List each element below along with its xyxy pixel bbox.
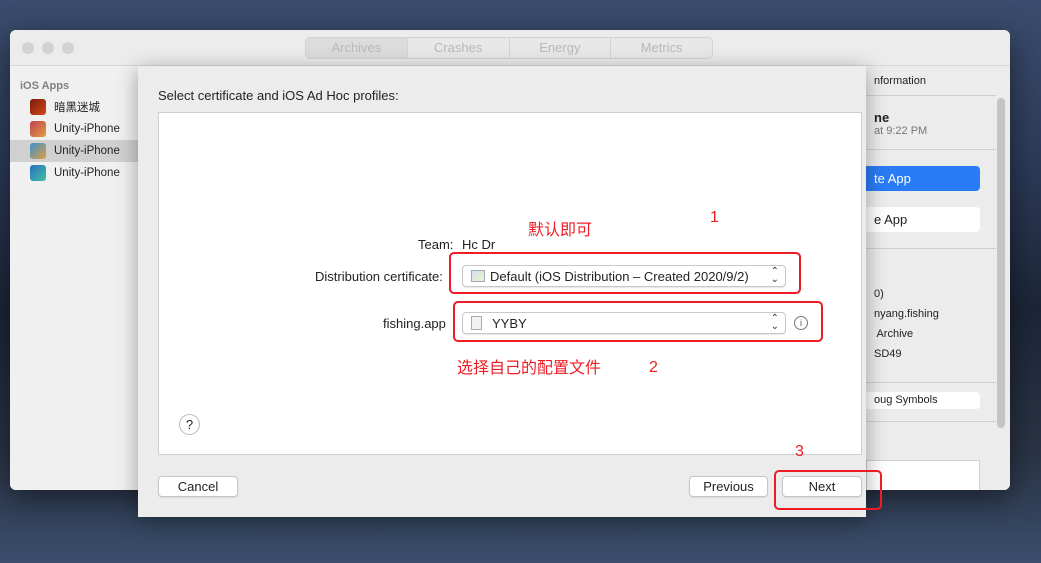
team-label: Team: bbox=[418, 237, 454, 252]
sidebar-header: iOS Apps bbox=[20, 80, 70, 92]
close-button[interactable] bbox=[22, 42, 34, 54]
tab-energy[interactable]: Energy bbox=[510, 38, 612, 58]
sidebar-item-app[interactable]: Unity-iPhone bbox=[10, 162, 138, 184]
info-line: SD49 bbox=[874, 348, 902, 360]
annotation-note-1: 默认即可 bbox=[528, 222, 593, 239]
team-value: Hc Dr bbox=[462, 237, 496, 252]
validate-app-button[interactable]: e App bbox=[866, 207, 980, 232]
info-line: 0) bbox=[874, 288, 884, 300]
info-header: nformation bbox=[874, 75, 926, 87]
cancel-button[interactable]: Cancel bbox=[158, 476, 238, 497]
info-line: nyang.fishing bbox=[874, 308, 939, 320]
archive-name: ne bbox=[874, 110, 890, 125]
minimize-button[interactable] bbox=[42, 42, 54, 54]
sidebar-item-label: Unity-iPhone bbox=[54, 167, 120, 179]
app-label: fishing.app bbox=[383, 316, 446, 331]
certificate-label: Distribution certificate: bbox=[315, 269, 443, 284]
tab-metrics[interactable]: Metrics bbox=[611, 38, 712, 58]
annotation-number-3: 3 bbox=[795, 443, 804, 460]
annotation-number-1: 1 bbox=[710, 209, 719, 226]
sidebar-item-app[interactable]: Unity-iPhone bbox=[10, 140, 138, 162]
description-field[interactable] bbox=[866, 460, 980, 490]
info-panel: nformation ne at 9:22 PM te App e App 0)… bbox=[866, 66, 1010, 490]
annotation-number-2: 2 bbox=[649, 359, 658, 376]
tab-segmented-control: Archives Crashes Energy Metrics bbox=[305, 37, 713, 59]
annotation-box-3 bbox=[774, 470, 882, 510]
sidebar-item-app[interactable]: Unity-iPhone bbox=[10, 118, 138, 140]
annotation-note-2: 选择自己的配置文件 bbox=[457, 360, 602, 377]
sidebar-item-label: 暗黑迷城 bbox=[54, 102, 100, 114]
annotation-box-1 bbox=[449, 252, 801, 294]
title-bar: Archives Crashes Energy Metrics bbox=[10, 30, 1010, 66]
download-debug-symbols-button[interactable]: oug Symbols bbox=[866, 392, 980, 409]
previous-button[interactable]: Previous bbox=[689, 476, 768, 497]
sidebar-item-app[interactable]: 暗黑迷城 bbox=[10, 96, 138, 118]
sidebar-item-label: Unity-iPhone bbox=[54, 145, 120, 157]
zoom-button[interactable] bbox=[62, 42, 74, 54]
distribute-app-button[interactable]: te App bbox=[866, 166, 980, 191]
scrollbar[interactable] bbox=[997, 98, 1005, 428]
sidebar-item-label: Unity-iPhone bbox=[54, 123, 120, 135]
info-line: Archive bbox=[874, 328, 914, 340]
sidebar: iOS Apps 暗黑迷城 Unity-iPhone Unity-iPhone … bbox=[10, 66, 138, 490]
sheet-heading: Select certificate and iOS Ad Hoc profil… bbox=[158, 88, 399, 103]
archive-date: at 9:22 PM bbox=[874, 125, 928, 137]
app-icon bbox=[30, 165, 46, 181]
app-icon bbox=[30, 143, 46, 159]
tab-archives[interactable]: Archives bbox=[306, 38, 408, 58]
annotation-box-2 bbox=[453, 301, 823, 342]
app-icon bbox=[30, 99, 46, 115]
app-icon bbox=[30, 121, 46, 137]
tab-crashes[interactable]: Crashes bbox=[408, 38, 510, 58]
help-button[interactable]: ? bbox=[179, 414, 200, 435]
